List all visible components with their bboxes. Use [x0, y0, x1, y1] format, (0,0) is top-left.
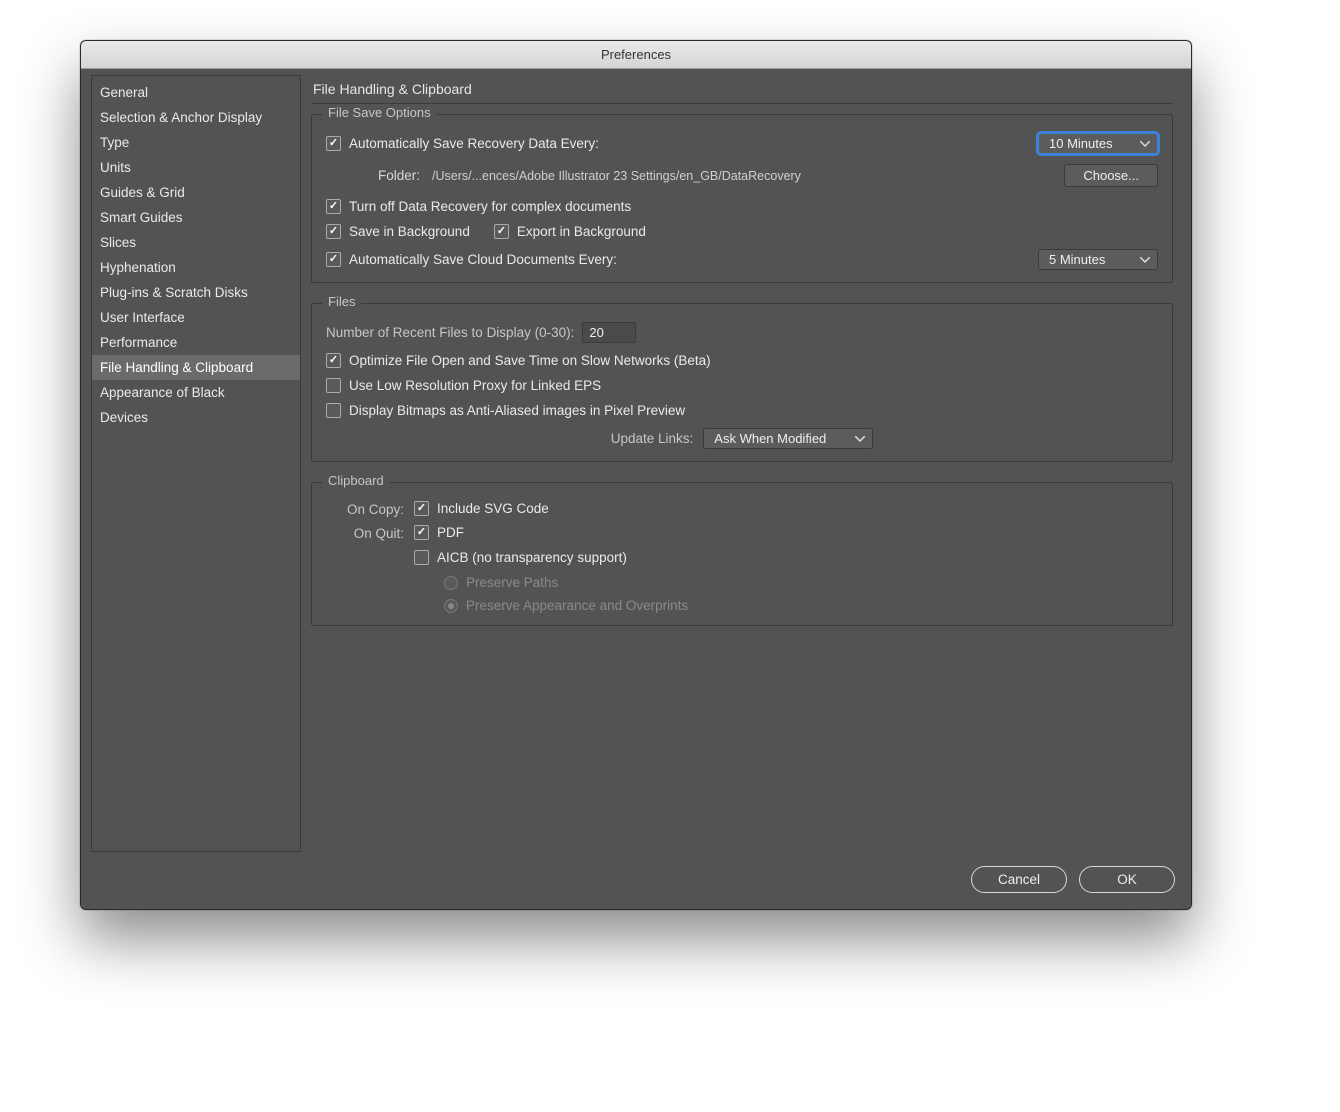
checkbox-auto-save-recovery[interactable]: [326, 136, 341, 151]
label-on-copy: On Copy:: [326, 501, 404, 517]
checkbox-bitmaps-antialiased[interactable]: [326, 403, 341, 418]
cancel-button[interactable]: Cancel: [971, 866, 1067, 893]
sidebar-item-plugins-scratch[interactable]: Plug-ins & Scratch Disks: [92, 280, 300, 305]
checkbox-export-background[interactable]: [494, 224, 509, 239]
radio-preserve-appearance: [444, 599, 458, 613]
preferences-content: File Handling & Clipboard File Save Opti…: [311, 75, 1181, 852]
select-recovery-interval[interactable]: 10 Minutes: [1038, 133, 1158, 154]
checkbox-pdf[interactable]: [414, 525, 429, 540]
group-title-files: Files: [322, 294, 361, 309]
label-recent-files: Number of Recent Files to Display (0-30)…: [326, 325, 574, 340]
label-on-quit: On Quit:: [326, 525, 404, 541]
button-choose-folder[interactable]: Choose...: [1064, 164, 1158, 187]
label-preserve-paths: Preserve Paths: [466, 575, 558, 590]
label-save-background: Save in Background: [349, 224, 470, 239]
label-turn-off-complex: Turn off Data Recovery for complex docum…: [349, 199, 631, 214]
sidebar-item-slices[interactable]: Slices: [92, 230, 300, 255]
checkbox-optimize-network[interactable]: [326, 353, 341, 368]
sidebar-item-general[interactable]: General: [92, 80, 300, 105]
select-update-links-value: Ask When Modified: [714, 431, 826, 446]
checkbox-save-background[interactable]: [326, 224, 341, 239]
checkbox-low-res-proxy[interactable]: [326, 378, 341, 393]
label-update-links: Update Links:: [611, 431, 694, 446]
label-export-background: Export in Background: [517, 224, 646, 239]
chevron-down-icon: [1140, 257, 1150, 263]
checkbox-aicb[interactable]: [414, 550, 429, 565]
label-pdf: PDF: [437, 525, 464, 540]
folder-path: /Users/...ences/Adobe Illustrator 23 Set…: [432, 169, 1052, 183]
checkbox-turn-off-complex[interactable]: [326, 199, 341, 214]
dialog-footer: Cancel OK: [81, 852, 1191, 909]
label-folder: Folder:: [364, 168, 420, 183]
select-cloud-interval[interactable]: 5 Minutes: [1038, 249, 1158, 270]
chevron-down-icon: [1140, 141, 1150, 147]
window-body: General Selection & Anchor Display Type …: [81, 69, 1191, 909]
preferences-window: Preferences General Selection & Anchor D…: [80, 40, 1192, 910]
group-files: Files Number of Recent Files to Display …: [311, 303, 1173, 462]
label-bitmaps-antialiased: Display Bitmaps as Anti-Aliased images i…: [349, 403, 685, 418]
label-optimize-network: Optimize File Open and Save Time on Slow…: [349, 353, 711, 368]
sidebar-item-user-interface[interactable]: User Interface: [92, 305, 300, 330]
sidebar-item-units[interactable]: Units: [92, 155, 300, 180]
sidebar-item-hyphenation[interactable]: Hyphenation: [92, 255, 300, 280]
sidebar-item-guides-grid[interactable]: Guides & Grid: [92, 180, 300, 205]
label-auto-save-recovery: Automatically Save Recovery Data Every:: [349, 136, 599, 151]
checkbox-auto-save-cloud[interactable]: [326, 252, 341, 267]
input-recent-files[interactable]: [582, 322, 636, 343]
select-recovery-interval-value: 10 Minutes: [1049, 136, 1113, 151]
main-area: General Selection & Anchor Display Type …: [81, 69, 1191, 852]
label-low-res-proxy: Use Low Resolution Proxy for Linked EPS: [349, 378, 601, 393]
preferences-sidebar: General Selection & Anchor Display Type …: [91, 75, 301, 852]
panel-title: File Handling & Clipboard: [311, 75, 1173, 104]
group-file-save-options: File Save Options Automatically Save Rec…: [311, 114, 1173, 283]
group-title-clipboard: Clipboard: [322, 473, 390, 488]
sidebar-item-devices[interactable]: Devices: [92, 405, 300, 430]
sidebar-item-selection-anchor[interactable]: Selection & Anchor Display: [92, 105, 300, 130]
select-update-links[interactable]: Ask When Modified: [703, 428, 873, 449]
group-clipboard: Clipboard On Copy: Include SVG Code On Q…: [311, 482, 1173, 626]
sidebar-item-performance[interactable]: Performance: [92, 330, 300, 355]
label-aicb: AICB (no transparency support): [437, 550, 627, 565]
select-cloud-interval-value: 5 Minutes: [1049, 252, 1105, 267]
window-titlebar: Preferences: [81, 41, 1191, 69]
ok-button[interactable]: OK: [1079, 866, 1175, 893]
group-title-file-save: File Save Options: [322, 105, 437, 120]
window-title: Preferences: [601, 47, 671, 62]
chevron-down-icon: [855, 436, 865, 442]
label-include-svg: Include SVG Code: [437, 501, 549, 516]
label-auto-save-cloud: Automatically Save Cloud Documents Every…: [349, 252, 617, 267]
sidebar-item-appearance-black[interactable]: Appearance of Black: [92, 380, 300, 405]
sidebar-item-type[interactable]: Type: [92, 130, 300, 155]
radio-preserve-paths: [444, 576, 458, 590]
checkbox-include-svg[interactable]: [414, 501, 429, 516]
sidebar-item-file-handling-clipboard[interactable]: File Handling & Clipboard: [92, 355, 300, 380]
sidebar-item-smart-guides[interactable]: Smart Guides: [92, 205, 300, 230]
label-preserve-appearance: Preserve Appearance and Overprints: [466, 598, 688, 613]
